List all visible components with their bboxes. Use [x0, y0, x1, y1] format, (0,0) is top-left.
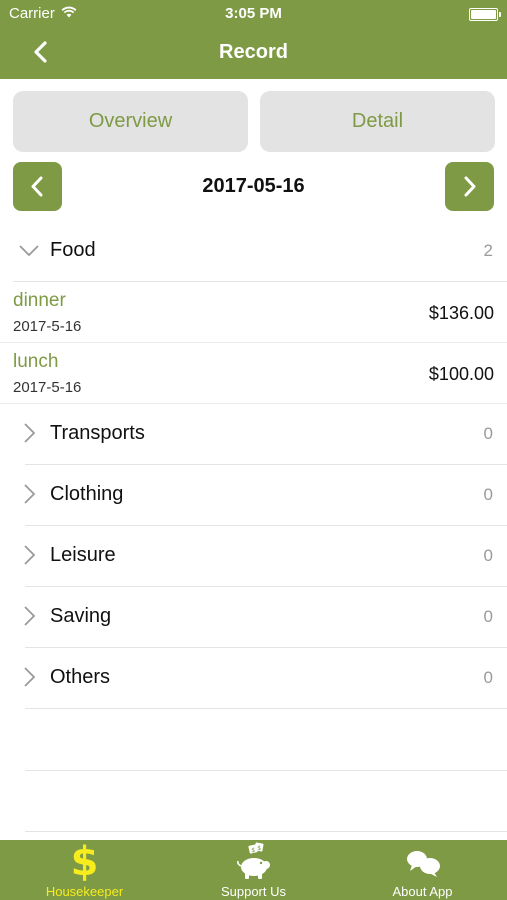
record-date: 2017-5-16: [13, 318, 82, 335]
record-name: dinner: [13, 290, 66, 311]
category-label: Saving: [50, 605, 112, 627]
record-amount: $136.00: [428, 303, 494, 323]
record-item-dinner[interactable]: dinner 2017-5-16 $136.00: [0, 282, 507, 343]
category-label: Others: [50, 666, 111, 688]
category-label: Food: [50, 239, 96, 261]
chevron-right-icon: [18, 422, 40, 444]
piggy-bank-icon: $ $: [169, 842, 338, 882]
chevron-right-icon: [18, 605, 40, 627]
battery-icon: [469, 8, 501, 21]
record-item-lunch[interactable]: lunch 2017-5-16 $100.00: [0, 343, 507, 404]
category-count: 0: [483, 668, 493, 687]
record-name: lunch: [13, 351, 59, 372]
category-count: 2: [483, 241, 493, 260]
tab-label: Housekeeper: [45, 884, 124, 899]
category-count: 0: [483, 424, 493, 443]
category-row-saving[interactable]: Saving 0: [0, 587, 507, 648]
next-date-button[interactable]: [445, 162, 494, 211]
navigation-bar: Carrier 3:05 PM Record: [0, 0, 507, 79]
category-row-others[interactable]: Others 0: [0, 648, 507, 709]
record-amount: $100.00: [428, 364, 494, 384]
chevron-right-icon: [18, 544, 40, 566]
category-label: Transports: [50, 422, 145, 444]
divider: [25, 770, 507, 771]
category-count: 0: [483, 607, 493, 626]
tab-housekeeper[interactable]: $ Housekeeper: [0, 840, 169, 900]
tab-bar: $ Housekeeper $ $ Support Us About App: [0, 840, 507, 900]
chevron-right-icon: [18, 666, 40, 688]
chevron-right-icon: [18, 483, 40, 505]
chevron-right-icon: [464, 176, 476, 197]
divider: [25, 708, 507, 709]
category-label: Clothing: [50, 483, 124, 505]
category-count: 0: [483, 546, 493, 565]
record-date: 2017-5-16: [13, 379, 82, 396]
tab-label: Support Us: [220, 884, 287, 899]
current-date: 2017-05-16: [202, 175, 305, 197]
detail-button[interactable]: Detail: [260, 91, 495, 152]
chevron-down-icon: [18, 239, 40, 261]
tab-about-app[interactable]: About App: [338, 840, 507, 900]
tab-label: About App: [392, 884, 453, 899]
tab-support-us[interactable]: $ $ Support Us: [169, 840, 338, 900]
category-row-food[interactable]: Food 2: [0, 221, 507, 282]
divider: [25, 831, 507, 832]
category-row-clothing[interactable]: Clothing 0: [0, 465, 507, 526]
overview-button[interactable]: Overview: [13, 91, 248, 152]
svg-text:$: $: [257, 845, 261, 852]
category-row-transports[interactable]: Transports 0: [0, 404, 507, 465]
clock: 3:05 PM: [225, 5, 282, 22]
dollar-icon: $: [70, 839, 99, 885]
status-bar: Carrier 3:05 PM: [0, 0, 507, 28]
page-title: Record: [219, 41, 288, 63]
chat-bubbles-icon: [338, 842, 507, 882]
svg-text:$: $: [251, 847, 255, 854]
category-label: Leisure: [50, 544, 116, 566]
category-row-leisure[interactable]: Leisure 0: [0, 526, 507, 587]
category-count: 0: [483, 485, 493, 504]
